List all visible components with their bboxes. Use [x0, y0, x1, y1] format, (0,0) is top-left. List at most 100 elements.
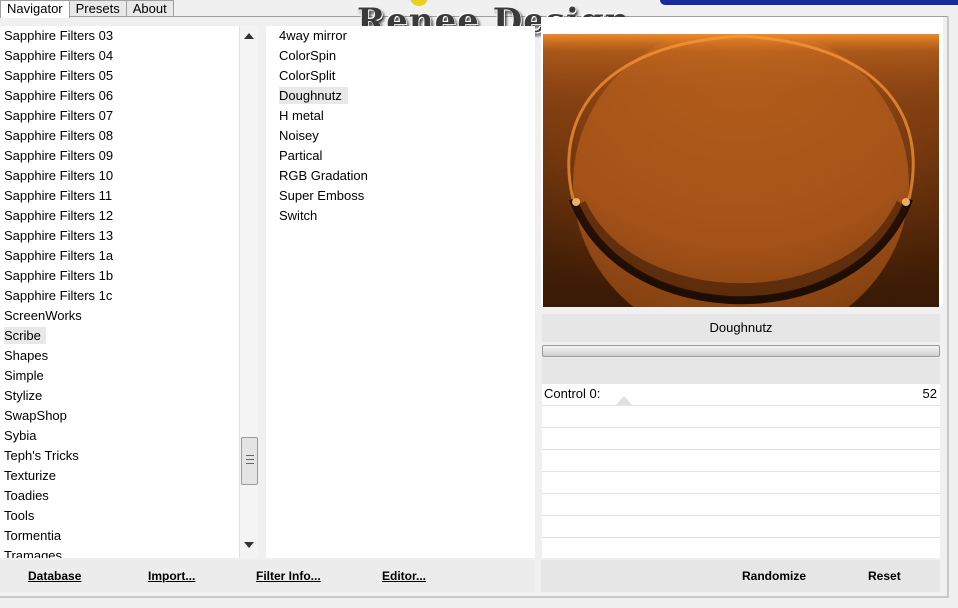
filter-item-label: 4way mirror [279, 28, 347, 43]
filter-item[interactable]: ColorSpin [266, 46, 535, 66]
category-item[interactable]: Teph's Tricks [0, 446, 239, 466]
category-item-label: ScreenWorks [4, 308, 82, 323]
category-list-panel: Sapphire Filters 03 Sapphire Filters 04 Sa… [0, 26, 258, 558]
filter-item-label: Doughnutz [279, 87, 348, 104]
category-item-label: Shapes [4, 348, 49, 363]
category-item-label: Tools [4, 508, 35, 523]
category-item-label: Stylize [4, 388, 43, 403]
filter-item-label: ColorSplit [279, 68, 336, 83]
scroll-up-icon[interactable] [244, 33, 254, 39]
controls-panel: Control 0: 52 [542, 384, 940, 558]
filter-item-label: ColorSpin [279, 48, 337, 63]
category-item[interactable]: Tramages [0, 546, 239, 558]
filter-item[interactable]: RGB Gradation [266, 166, 535, 186]
filter-list: 4way mirror ColorSpin ColorSplit Doughnutz H… [266, 26, 535, 558]
category-item[interactable]: Sapphire Filters 05 [0, 66, 239, 86]
category-item[interactable]: Sapphire Filters 1b [0, 266, 239, 286]
category-item[interactable]: Sapphire Filters 06 [0, 86, 239, 106]
category-item-label: Sybia [4, 428, 37, 443]
filter-item-label: RGB Gradation [279, 168, 368, 183]
filter-item[interactable]: Super Emboss [266, 186, 535, 206]
tab-about[interactable]: About [125, 0, 174, 17]
category-item[interactable]: Sybia [0, 426, 239, 446]
category-item-label: Sapphire Filters 09 [4, 148, 114, 163]
filter-item[interactable]: Switch [266, 206, 535, 226]
category-item[interactable]: Sapphire Filters 03 [0, 26, 239, 46]
category-item[interactable]: Sapphire Filters 08 [0, 126, 239, 146]
category-item-label: Tormentia [4, 528, 62, 543]
category-item[interactable]: Sapphire Filters 13 [0, 226, 239, 246]
tab-presets[interactable]: Presets [68, 0, 127, 17]
category-item[interactable]: Tools [0, 506, 239, 526]
category-item-label: Sapphire Filters 07 [4, 108, 114, 123]
filter-item[interactable]: Noisey [266, 126, 535, 146]
category-item-label: Tramages [4, 548, 63, 558]
editor-button[interactable]: Editor... [382, 560, 426, 592]
import-button[interactable]: Import... [148, 560, 195, 592]
filter-item[interactable]: Partical [266, 146, 535, 166]
preview-render [543, 34, 939, 307]
category-item[interactable]: Sapphire Filters 09 [0, 146, 239, 166]
control-0-value: 52 [922, 386, 937, 401]
category-item[interactable]: Texturize [0, 466, 239, 486]
category-item[interactable]: Shapes [0, 346, 239, 366]
filter-item-label: H metal [279, 108, 324, 123]
filter-item[interactable]: ColorSplit [266, 66, 535, 86]
category-item[interactable]: Sapphire Filters 11 [0, 186, 239, 206]
filter-item-label: Super Emboss [279, 188, 365, 203]
category-item[interactable]: Toadies [0, 486, 239, 506]
reset-button[interactable]: Reset [868, 560, 901, 592]
category-item-label: SwapShop [4, 408, 67, 423]
filter-item-label: Noisey [279, 128, 319, 143]
category-item[interactable]: Sapphire Filters 10 [0, 166, 239, 186]
progress-bar [542, 345, 940, 357]
category-item[interactable]: Sapphire Filters 07 [0, 106, 239, 126]
window-border-right [947, 16, 949, 598]
preview-filter-name: Doughnutz [542, 314, 940, 342]
database-button[interactable]: Database [28, 560, 81, 592]
filter-info-button[interactable]: Filter Info... [256, 560, 321, 592]
tab-bar: Navigator Presets About [0, 0, 174, 18]
category-item[interactable]: ScreenWorks [0, 306, 239, 326]
filter-item[interactable]: H metal [266, 106, 535, 126]
tab-navigator[interactable]: Navigator [0, 0, 70, 18]
category-item-label: Sapphire Filters 05 [4, 68, 114, 83]
filter-item[interactable]: Doughnutz [266, 86, 535, 106]
filter-item[interactable]: 4way mirror [266, 26, 535, 46]
category-item-label: Texturize [4, 468, 57, 483]
category-list: Sapphire Filters 03 Sapphire Filters 04 Sa… [0, 26, 239, 558]
category-item-label: Sapphire Filters 13 [4, 228, 114, 243]
category-item[interactable]: Sapphire Filters 12 [0, 206, 239, 226]
category-item-label: Sapphire Filters 1b [4, 268, 114, 283]
preview-image [543, 34, 939, 307]
category-item-label: Sapphire Filters 1a [4, 248, 114, 263]
scroll-thumb[interactable] [241, 437, 258, 485]
category-item[interactable]: Tormentia [0, 526, 239, 546]
category-item[interactable]: Stylize [0, 386, 239, 406]
category-item[interactable]: Sapphire Filters 1c [0, 286, 239, 306]
category-item[interactable]: Scribe [0, 326, 239, 346]
category-item-label: Sapphire Filters 06 [4, 88, 114, 103]
category-item-label: Sapphire Filters 03 [4, 28, 114, 43]
category-item-label: Sapphire Filters 1c [4, 288, 113, 303]
category-item[interactable]: Sapphire Filters 1a [0, 246, 239, 266]
scroll-down-icon[interactable] [244, 542, 254, 548]
slider-pointer-icon[interactable] [616, 396, 632, 405]
control-0-label: Control 0: [544, 386, 601, 401]
progress-panel [542, 358, 940, 384]
category-item[interactable]: SwapShop [0, 406, 239, 426]
category-item-label: Simple [4, 368, 44, 383]
category-scrollbar[interactable] [239, 26, 258, 558]
category-item[interactable]: Sapphire Filters 04 [0, 46, 239, 66]
title-accent-bar [660, 0, 958, 5]
window-border-bottom [0, 596, 949, 598]
filter-item-label: Partical [279, 148, 323, 163]
control-0-slider[interactable]: Control 0: 52 [542, 384, 940, 404]
category-item[interactable]: Simple [0, 366, 239, 386]
category-item-label: Sapphire Filters 11 [4, 188, 113, 203]
category-item-label: Teph's Tricks [4, 448, 79, 463]
category-item-label: Sapphire Filters 08 [4, 128, 114, 143]
category-item-label: Toadies [4, 488, 49, 503]
randomize-button[interactable]: Randomize [742, 560, 806, 592]
category-item-label: Sapphire Filters 04 [4, 48, 114, 63]
